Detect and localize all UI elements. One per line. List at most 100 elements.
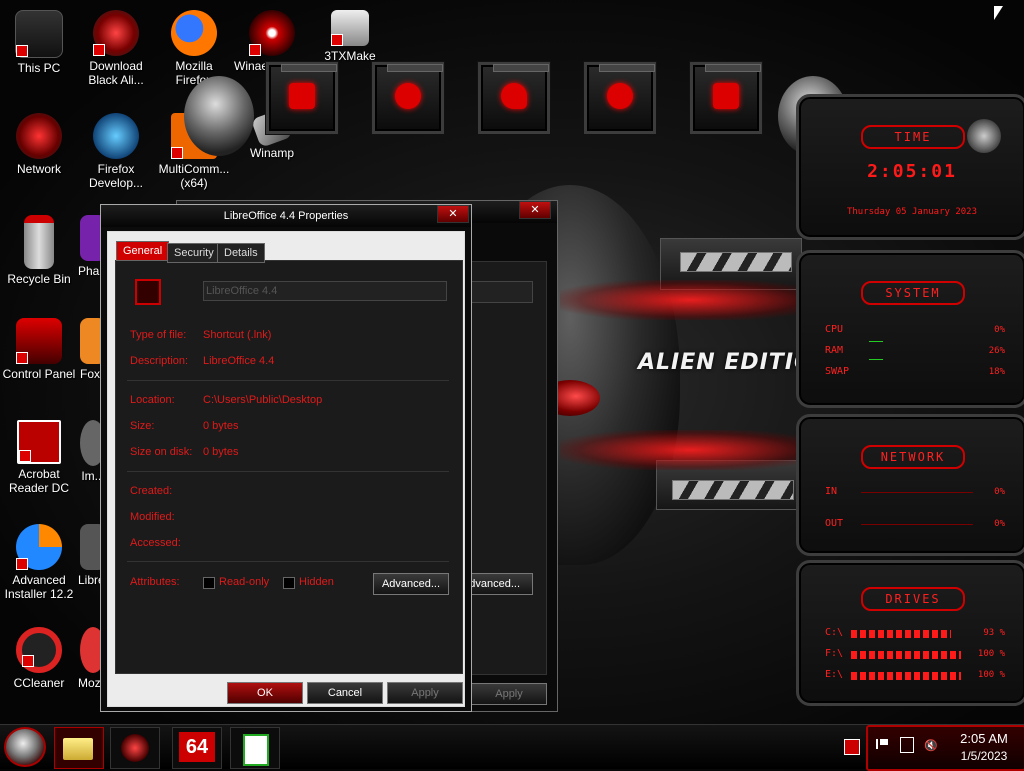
tab-details[interactable]: Details <box>217 243 265 263</box>
flag-icon[interactable] <box>876 739 888 749</box>
taskbar-clock-time[interactable]: 2:05 AM <box>948 731 1020 746</box>
winaero-glass-icon <box>249 10 295 56</box>
apply-button[interactable]: Apply <box>387 682 463 704</box>
tab-general[interactable]: General <box>116 241 170 261</box>
system-ram-value: 26% <box>988 346 1005 356</box>
desktop-icon-control-panel[interactable]: Control Panel <box>1 318 77 381</box>
system-gadget-title: SYSTEM <box>861 281 965 305</box>
taskbar-spreadsheet[interactable] <box>230 727 280 769</box>
drive-e-bar <box>851 672 961 680</box>
network-gadget-title: NETWORK <box>861 445 965 469</box>
cancel-button[interactable]: Cancel <box>307 682 383 704</box>
taskbar-file-explorer[interactable] <box>54 727 104 769</box>
network-gadget: NETWORK IN 0% OUT 0% <box>796 414 1024 556</box>
back-window-close-button[interactable]: ✕ <box>519 201 551 219</box>
libreoffice-shortcut-icon <box>135 279 161 305</box>
badge-64-icon: 64 <box>179 732 215 762</box>
time-gadget-alien-icon <box>967 119 1001 153</box>
system-swap-bar <box>869 359 883 360</box>
read-only-checkbox[interactable] <box>203 577 215 589</box>
taskbar-clock-date[interactable]: 1/5/2023 <box>948 749 1020 763</box>
size-on-disk-value: 0 bytes <box>203 446 239 458</box>
dock-button-settings[interactable] <box>584 62 656 134</box>
show-hidden-icons-button[interactable] <box>844 739 860 755</box>
network-tray-icon[interactable] <box>900 737 914 753</box>
control-panel-icon <box>16 318 62 364</box>
description-value: LibreOffice 4.4 <box>203 355 275 367</box>
time-gadget-date: Thursday 05 January 2023 <box>846 207 978 217</box>
desktop-icon-advanced-installer[interactable]: Advanced Installer 12.2 <box>1 524 77 601</box>
windows-icon <box>289 83 315 109</box>
properties-window-close-button[interactable]: ✕ <box>437 205 469 223</box>
system-tray: 🔇 2:05 AM 1/5/2023 <box>866 725 1024 771</box>
size-on-disk-label: Size on disk: <box>130 446 193 458</box>
alien-download-icon <box>93 10 139 56</box>
wallpaper-stripe-top <box>680 252 792 272</box>
tab-security[interactable]: Security <box>167 243 221 263</box>
description-label: Description: <box>130 355 189 367</box>
firefox-icon <box>171 10 217 56</box>
drive-f-bar <box>851 651 961 659</box>
hidden-checkbox[interactable] <box>283 577 295 589</box>
hidden-label: Hidden <box>299 576 334 588</box>
system-swap-label: SWAP <box>825 366 850 377</box>
system-cpu-value: 0% <box>994 325 1005 335</box>
computer-icon <box>15 10 63 58</box>
network-out-value: 0% <box>994 519 1005 529</box>
desktop-icon-firefox-developer[interactable]: Firefox Develop... <box>78 113 154 190</box>
desktop-icon-this-pc[interactable]: This PC <box>1 10 77 75</box>
dock-button-help[interactable] <box>478 62 550 134</box>
desktop-icon-3txmake[interactable]: 3TXMake <box>312 10 388 63</box>
alien-app-icon <box>121 734 149 762</box>
system-cpu-label: CPU <box>825 324 844 335</box>
desktop-icon-download-black-alien[interactable]: Download Black Ali... <box>78 10 154 87</box>
separator-3 <box>127 561 449 562</box>
back-window-apply-button[interactable]: Apply <box>471 683 547 705</box>
hammer-icon <box>713 83 739 109</box>
desktop-icon-network[interactable]: Network <box>1 113 77 176</box>
desktop-icon-recycle-bin[interactable]: Recycle Bin <box>1 215 77 286</box>
ok-button[interactable]: OK <box>227 682 303 704</box>
system-gadget: SYSTEM CPU 0% RAM 26% SWAP 18% <box>796 250 1024 408</box>
drive-e-value: 100 % <box>977 670 1005 680</box>
accessed-label: Accessed: <box>130 537 181 549</box>
desktop-icon-acrobat[interactable]: Acrobat Reader DC <box>1 420 77 495</box>
attributes-label: Attributes: <box>130 576 180 588</box>
drive-f-label: F:\ <box>825 648 844 659</box>
dock-alien-orb-left[interactable] <box>184 76 254 156</box>
mouse-cursor-icon <box>994 6 1003 20</box>
network-in-line <box>861 492 973 493</box>
firefox-developer-icon <box>93 113 139 159</box>
question-icon <box>501 83 527 109</box>
drives-gadget: DRIVES C:\ 93 % F:\ 100 % E:\ 100 % <box>796 560 1024 706</box>
modified-label: Modified: <box>130 511 175 523</box>
location-value: C:\Users\Public\Desktop <box>203 394 323 406</box>
properties-tab-panel <box>115 260 463 674</box>
drive-c-label: C:\ <box>825 627 844 638</box>
dock-button-windows[interactable] <box>266 62 338 134</box>
created-label: Created: <box>130 485 173 497</box>
taskbar-64-app[interactable]: 64 <box>172 727 222 769</box>
advanced-button[interactable]: Advanced... <box>373 573 449 595</box>
network-icon <box>16 113 62 159</box>
volume-muted-icon[interactable]: 🔇 <box>924 739 938 752</box>
taskbar-alien-app[interactable] <box>110 727 160 769</box>
ccleaner-icon <box>16 627 62 673</box>
acrobat-icon <box>17 420 61 464</box>
advanced-installer-icon <box>16 524 62 570</box>
gears-icon <box>607 83 633 109</box>
time-gadget: TIME 2:05:01 Thursday 05 January 2023 <box>796 94 1024 240</box>
type-of-file-label: Type of file: <box>130 329 187 341</box>
time-gadget-clock: 2:05:01 <box>867 161 957 182</box>
recycle-bin-icon <box>24 215 54 269</box>
file-name-field[interactable]: LibreOffice 4.4 <box>203 281 447 301</box>
type-of-file-value: Shortcut (.lnk) <box>203 329 272 341</box>
separator-2 <box>127 471 449 472</box>
properties-window[interactable]: LibreOffice 4.4 Properties ✕ General Sec… <box>100 204 472 712</box>
dock-button-2[interactable] <box>372 62 444 134</box>
location-label: Location: <box>130 394 175 406</box>
drive-e-label: E:\ <box>825 669 844 680</box>
dock-button-tools[interactable] <box>690 62 762 134</box>
start-button[interactable] <box>4 727 46 767</box>
desktop-icon-ccleaner[interactable]: CCleaner <box>1 627 77 690</box>
